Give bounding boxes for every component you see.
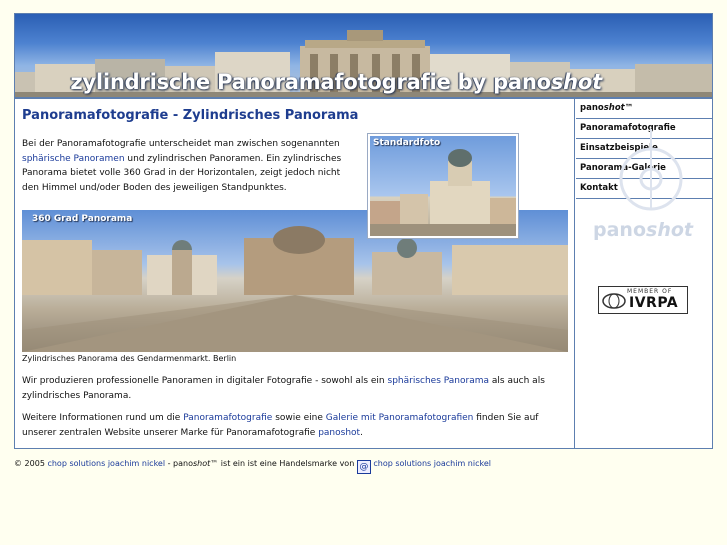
panoshot-link[interactable]: panoshot bbox=[318, 428, 360, 438]
content-frame: Panoramafotografie - Zylindrisches Panor… bbox=[14, 98, 713, 449]
sidebar: panoshot™ Panoramafotografie Einsatzbeis… bbox=[576, 99, 712, 448]
standard-photo-image: Standardfoto bbox=[368, 134, 518, 238]
standard-photo-label: Standardfoto bbox=[373, 138, 441, 148]
ivrpa-badge[interactable]: MEMBER OF IVRPA bbox=[598, 286, 688, 314]
panorama-label: 360 Grad Panorama bbox=[32, 214, 133, 224]
ivrpa-globe-icon bbox=[602, 293, 626, 309]
panoshot-logo-icon bbox=[619, 129, 683, 211]
info-paragraph: Weitere Informationen rund um die Panora… bbox=[22, 413, 539, 438]
panoramafotografie-link[interactable]: Panoramafotografie bbox=[183, 413, 272, 423]
footer-company-link[interactable]: chop solutions joachim nickel bbox=[47, 459, 165, 468]
email-icon[interactable]: @ bbox=[356, 460, 371, 474]
sidebar-item-panoshot[interactable]: panoshot™ bbox=[576, 99, 712, 119]
header-banner: zylindrische Panoramafotografie by panos… bbox=[14, 13, 713, 98]
footer: © 2005 chop solutions joachim nickel - p… bbox=[14, 459, 491, 474]
gallery-link[interactable]: Galerie mit Panoramafotografien bbox=[326, 413, 474, 423]
intro-paragraph: Bei der Panoramafotografie unterscheidet… bbox=[22, 139, 342, 193]
banner-title: zylindrische Panoramafotografie by panos… bbox=[70, 70, 602, 94]
spherical-panorama-link[interactable]: sphärische Panoramen bbox=[22, 154, 125, 164]
page-title: Panoramafotografie - Zylindrisches Panor… bbox=[22, 108, 359, 123]
ivrpa-member-label: MEMBER OF bbox=[627, 288, 673, 295]
production-paragraph: Wir produzieren professionelle Panoramen… bbox=[22, 376, 545, 401]
ivrpa-name: IVRPA bbox=[629, 295, 679, 311]
main-content: Panoramafotografie - Zylindrisches Panor… bbox=[15, 99, 575, 448]
spherical-panorama-link-2[interactable]: sphärisches Panorama bbox=[388, 376, 490, 386]
footer-company-link-2[interactable]: chop solutions joachim nickel bbox=[373, 459, 491, 468]
standard-photo-scene bbox=[370, 149, 516, 236]
panorama-caption: Zylindrisches Panorama des Gendarmenmark… bbox=[22, 354, 237, 363]
panoshot-logo-text: panoshot bbox=[593, 219, 693, 241]
